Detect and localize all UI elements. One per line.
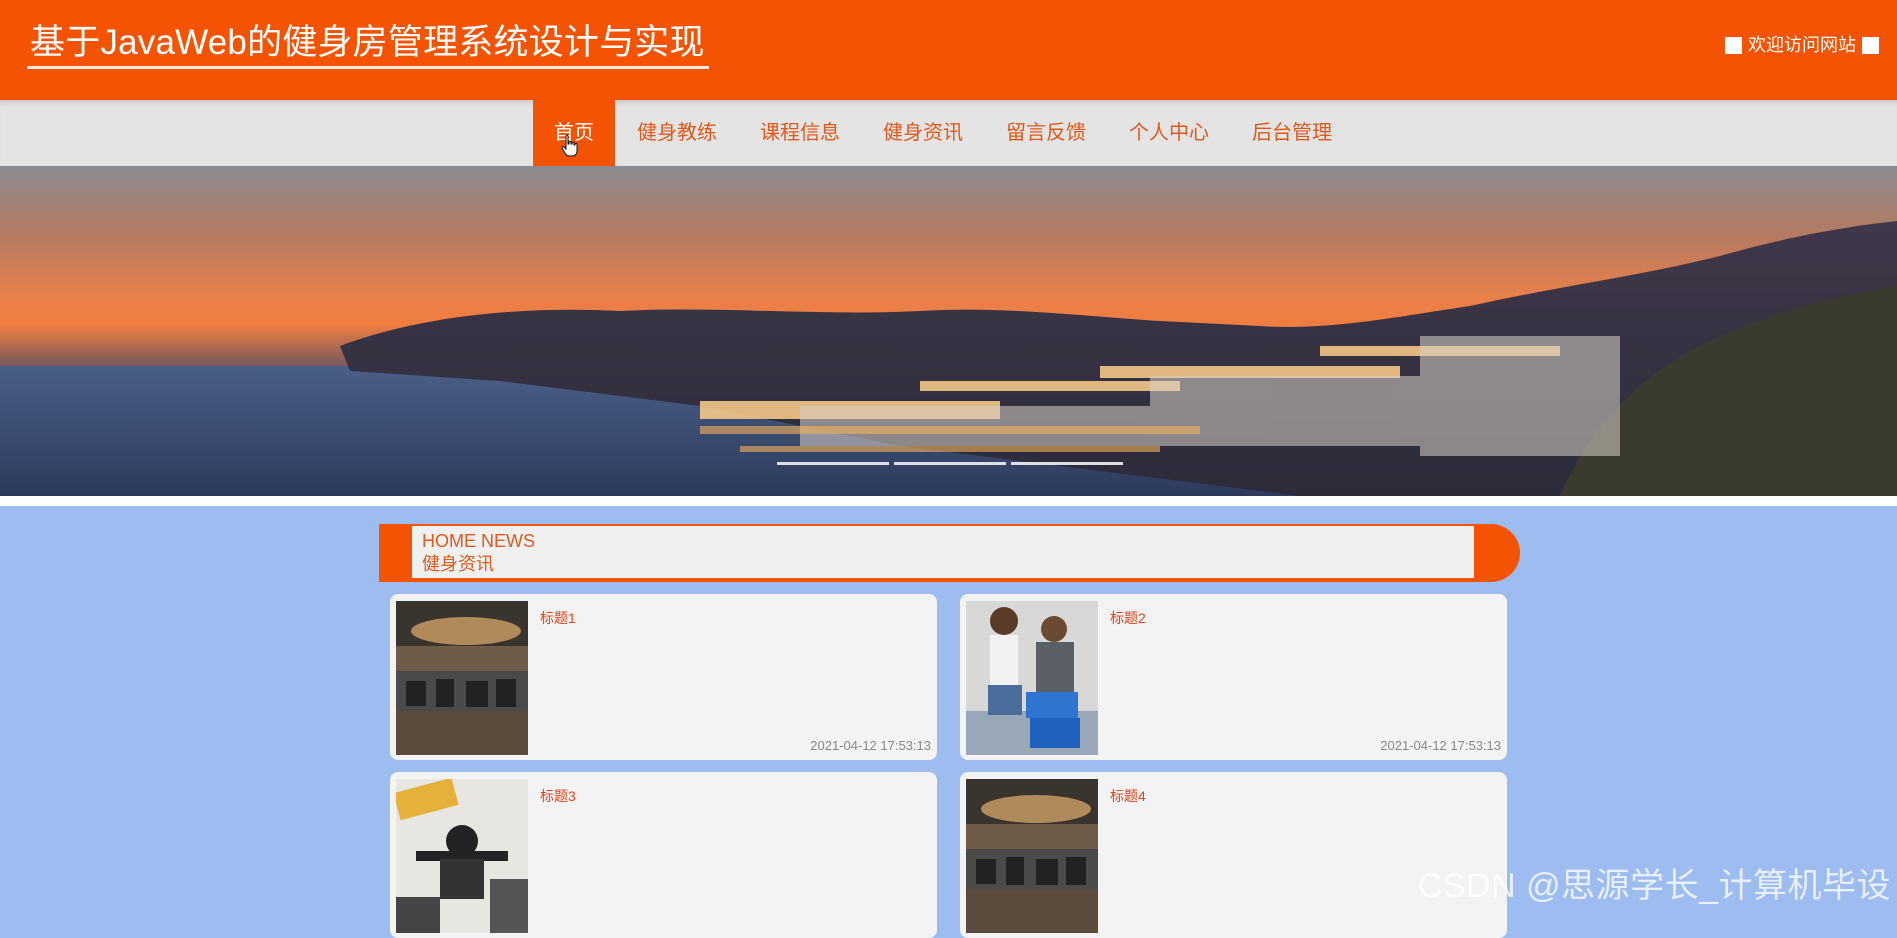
welcome-marquee: 欢迎访问网站	[1725, 34, 1879, 56]
news-thumbnail[interactable]	[966, 601, 1098, 755]
gym-interior-image	[396, 601, 528, 755]
nav-item-courses[interactable]: 课程信息	[739, 100, 861, 166]
news-time: 2021-04-12 17:53:13	[810, 738, 931, 753]
nav-item-feedback[interactable]: 留言反馈	[985, 100, 1107, 166]
news-title[interactable]: 标题4	[1110, 786, 1146, 806]
news-heading-en: HOME NEWS	[422, 531, 536, 551]
hand-cursor-icon	[561, 134, 578, 157]
news-card[interactable]: 标题2 2021-04-12 17:53:13	[960, 594, 1507, 760]
news-title[interactable]: 标题3	[540, 786, 576, 806]
gym-interior-image	[966, 779, 1098, 933]
carousel-indicators	[777, 462, 1123, 465]
trainer-poster-image	[396, 779, 528, 933]
news-thumbnail[interactable]	[396, 601, 528, 755]
watermark-text: CSDN @思源学长_计算机毕设	[1417, 867, 1891, 905]
news-section-header: HOME NEWS 健身资讯	[379, 524, 1520, 582]
carousel-dot[interactable]	[1011, 462, 1123, 465]
square-icon	[1862, 36, 1879, 54]
nav-item-profile[interactable]: 个人中心	[1108, 100, 1230, 166]
nav-item-news[interactable]: 健身资讯	[862, 100, 984, 166]
square-icon	[1725, 36, 1742, 54]
divider	[0, 496, 1897, 506]
hero-carousel[interactable]	[0, 166, 1897, 496]
welcome-text: 欢迎访问网站	[1748, 35, 1856, 55]
site-title[interactable]: 基于JavaWeb的健身房管理系统设计与实现	[27, 20, 709, 69]
nav-item-admin[interactable]: 后台管理	[1231, 100, 1353, 166]
news-thumbnail[interactable]	[396, 779, 528, 933]
carousel-dot[interactable]	[777, 462, 889, 465]
news-title[interactable]: 标题1	[540, 608, 576, 628]
carousel-dot[interactable]	[894, 462, 1006, 465]
news-card[interactable]: 标题3	[390, 772, 937, 938]
coastal-town-sunset-image	[0, 221, 1897, 496]
news-thumbnail[interactable]	[966, 779, 1098, 933]
nav-item-home[interactable]: 首页	[533, 100, 615, 166]
trainer-client-image	[966, 601, 1098, 755]
news-heading-cn[interactable]: 健身资讯	[422, 554, 494, 574]
site-header: 基于JavaWeb的健身房管理系统设计与实现 欢迎访问网站	[0, 0, 1897, 100]
main-nav: 首页 健身教练 课程信息 健身资讯 留言反馈 个人中心 后台管理	[0, 100, 1897, 166]
news-card[interactable]: 标题4	[960, 772, 1507, 938]
news-title[interactable]: 标题2	[1110, 608, 1146, 628]
nav-item-coach[interactable]: 健身教练	[616, 100, 738, 166]
news-time: 2021-04-12 17:53:13	[1380, 738, 1501, 753]
news-card[interactable]: 标题1 2021-04-12 17:53:13	[390, 594, 937, 760]
